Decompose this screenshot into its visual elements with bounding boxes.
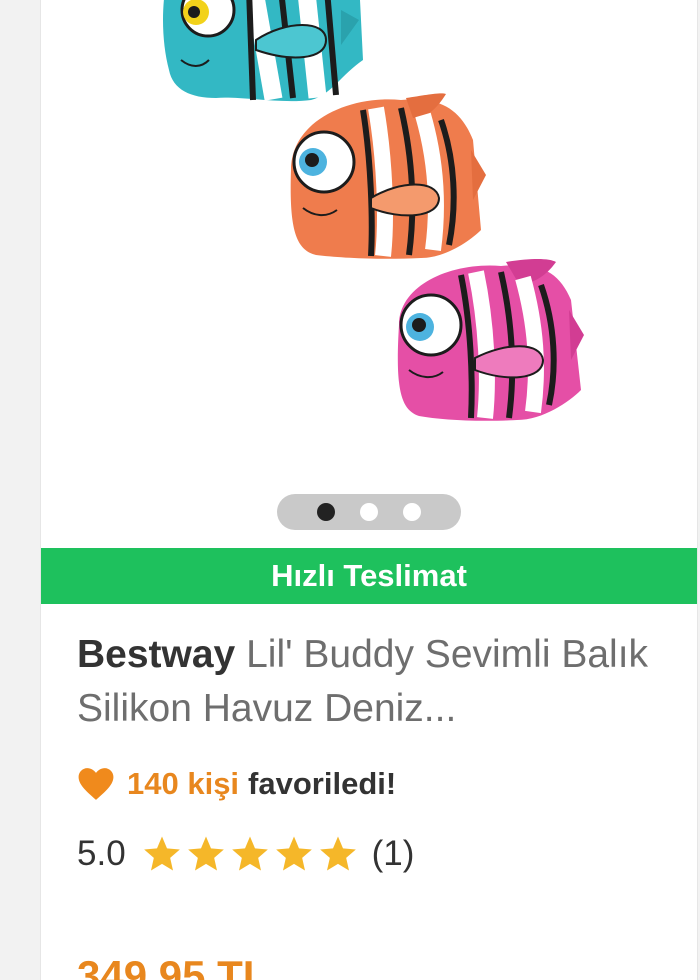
star-icon (275, 836, 312, 871)
star-icon (231, 836, 268, 871)
star-icon (319, 836, 356, 871)
star-icon (143, 836, 180, 871)
orange-heart-icon (78, 768, 114, 800)
fish-swim-cap-pink (397, 259, 584, 421)
product-brand: Bestway (77, 633, 236, 676)
star-icon (187, 836, 224, 871)
favorites-suffix: favoriledi! (248, 766, 397, 801)
rating-row[interactable]: 5.0 (1) (77, 830, 414, 878)
carousel-dot-3[interactable] (403, 503, 421, 521)
favorites-count: 140 kişi (127, 766, 240, 801)
fast-delivery-badge: Hızlı Teslimat (41, 548, 697, 604)
product-image[interactable] (41, 0, 697, 480)
carousel-dots (277, 494, 461, 530)
fish-swim-cap-blue (163, 0, 363, 102)
product-price: 349,95 TL (77, 952, 269, 980)
product-card[interactable]: Hızlı Teslimat Bestway Lil' Buddy Seviml… (40, 0, 698, 980)
product-title[interactable]: Bestway Lil' Buddy Sevimli Balık Silikon… (77, 628, 677, 736)
rating-score: 5.0 (77, 834, 126, 873)
fish-swim-cap-orange (290, 93, 486, 259)
carousel-dot-2[interactable] (360, 503, 378, 521)
review-count[interactable]: (1) (372, 834, 415, 874)
rating-stars (142, 834, 358, 874)
carousel-dot-1[interactable] (317, 503, 335, 521)
favorites-info: 140 kişi favoriledi! (77, 764, 396, 804)
